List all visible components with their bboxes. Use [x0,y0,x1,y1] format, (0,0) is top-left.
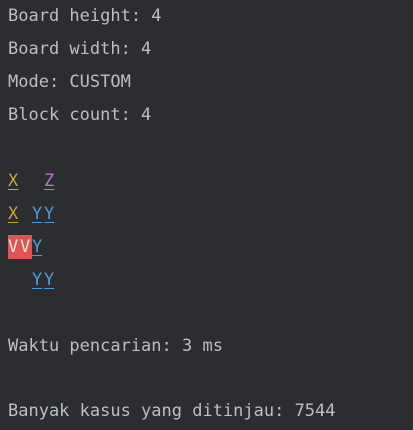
board-cell: Y [44,204,55,224]
cases-checked-line: Banyak kasus yang ditinjau: 7544 [8,401,336,421]
board-width-line: Board width: 4 [8,39,152,59]
board-row: YY [8,268,56,292]
board-cell [20,169,32,193]
mode-line: Mode: CUSTOM [8,72,131,92]
board-row: X Z [8,169,56,193]
board-cell: Y [44,270,55,290]
board-height-line: Board height: 4 [8,6,162,26]
board-cell: V [20,235,32,259]
board-cell: Y [32,270,43,290]
board-cell: Z [44,171,55,191]
board-cell: V [8,235,20,259]
search-time-line: Waktu pencarian: 3 ms [8,336,223,356]
board-cell: X [8,204,19,224]
board-cell: Y [32,237,43,257]
board-cell: X [8,171,19,191]
board-cell [32,169,44,193]
board-cell: Y [32,204,43,224]
console-output: Board height: 4 Board width: 4 Mode: CUS… [0,0,413,430]
block-count-line: Block count: 4 [8,105,152,125]
board-row: VVY [8,235,56,259]
board-cell [20,268,32,292]
board-cell [20,202,32,226]
board-cell [8,268,20,292]
board-row: X YY [8,202,56,226]
board-cell [44,235,56,259]
